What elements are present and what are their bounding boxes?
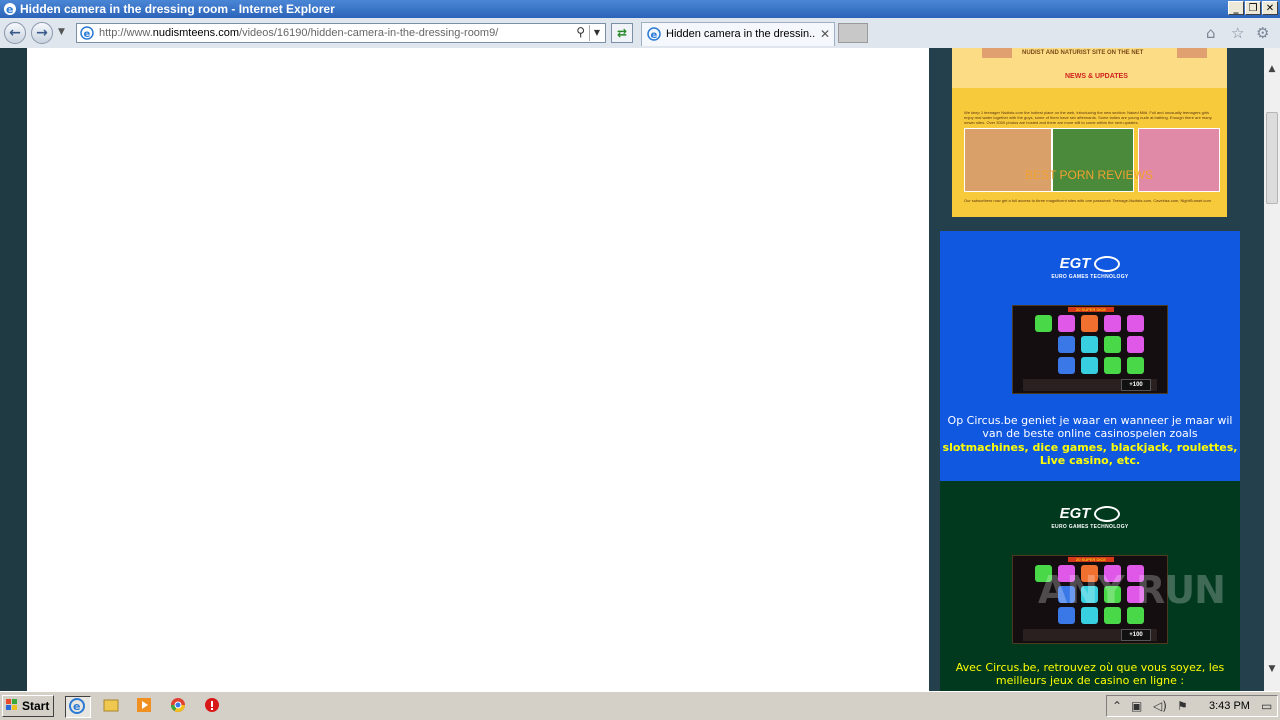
star-icon[interactable]: ☆ xyxy=(1231,24,1244,42)
tab-label: Hidden camera in the dressin... xyxy=(666,28,816,40)
tab-current[interactable]: e Hidden camera in the dressin... ✕ xyxy=(641,22,835,46)
slot-game-image: 20 SUPER DICE +100 xyxy=(1012,305,1168,394)
ie-icon: e xyxy=(69,698,85,714)
clock: 3:43 PM xyxy=(1209,700,1250,712)
scroll-thumb[interactable] xyxy=(1266,112,1278,204)
new-tab-button[interactable] xyxy=(838,23,868,43)
banner-news: NEWS & UPDATES xyxy=(1065,73,1128,80)
svg-text:e: e xyxy=(84,29,91,40)
nudists-banner[interactable]: NUDIST AND NATURIST SITE ON THE NET NEWS… xyxy=(952,48,1227,217)
window-title: Hidden camera in the dressing room - Int… xyxy=(20,2,335,16)
taskbar: Start e ⌃ ▣ ◁) ⚑ 3:43 PM ▭ xyxy=(0,691,1280,720)
svg-text:e: e xyxy=(651,30,658,41)
anyrun-watermark: ANY RUN xyxy=(1038,568,1226,612)
search-icon[interactable]: ⚲ xyxy=(576,25,585,39)
ad-text-line: Avec Circus.be, retrouvez où que vous so… xyxy=(955,661,1225,674)
banner-text: We keep 1 teenager Nudists.com the hotte… xyxy=(964,110,1212,125)
ie-page-icon: e xyxy=(647,27,661,41)
volume-icon[interactable]: ◁) xyxy=(1153,699,1167,713)
url-text[interactable]: http://www.nudismteens.com/videos/16190/… xyxy=(99,27,498,39)
ie-page-icon: e xyxy=(80,26,94,40)
gear-icon[interactable]: ⚙ xyxy=(1256,24,1269,42)
banner-footer: Our subscribers now get a full access to… xyxy=(964,198,1211,203)
home-icon[interactable]: ⌂ xyxy=(1206,24,1216,42)
address-dropdown-icon[interactable]: ▼ xyxy=(589,25,604,41)
taskbar-explorer-button[interactable] xyxy=(100,696,126,718)
taskbar-alert-button[interactable] xyxy=(201,696,227,718)
egt-logo: EGT EURO GAMES TECHNOLOGY xyxy=(1051,505,1129,531)
close-window-button[interactable]: ✕ xyxy=(1262,1,1278,15)
banner-thumb[interactable] xyxy=(1138,128,1220,192)
svg-text:e: e xyxy=(73,700,80,713)
ad-text-bold: slotmachines, dice games, blackjack, rou… xyxy=(942,441,1238,454)
circus-ad-dutch[interactable]: EGT EURO GAMES TECHNOLOGY 20 SUPER DICE … xyxy=(940,231,1240,481)
svg-text:e: e xyxy=(6,3,13,16)
scroll-down-icon[interactable]: ▼ xyxy=(1264,661,1280,678)
back-button[interactable]: ← xyxy=(4,22,26,44)
banner-slogan: NUDIST AND NATURIST SITE ON THE NET xyxy=(1022,50,1144,56)
forward-arrow-icon: → xyxy=(36,25,48,41)
forward-button[interactable]: → xyxy=(31,22,53,44)
video-area xyxy=(27,48,929,691)
windows-flag-icon xyxy=(6,699,17,710)
left-margin xyxy=(0,48,27,691)
taskbar-chrome-button[interactable] xyxy=(167,696,193,718)
alert-icon xyxy=(205,698,219,712)
vertical-scrollbar[interactable]: ▲ ▼ xyxy=(1264,48,1280,691)
flag-icon[interactable]: ⚑ xyxy=(1177,699,1188,713)
best-porn-reviews-link[interactable]: BEST PORN REVIEWS xyxy=(929,168,1249,182)
restore-button[interactable]: ❐ xyxy=(1245,1,1261,15)
show-desktop-icon[interactable]: ▭ xyxy=(1261,699,1272,713)
tray-expand-icon[interactable]: ⌃ xyxy=(1112,699,1122,713)
ad-text-line: van de beste online casinospelen zoals xyxy=(982,427,1198,440)
banner-thumb[interactable] xyxy=(964,128,1052,192)
compat-refresh-button[interactable]: ⇄ xyxy=(611,23,633,43)
browser-toolbar: ← → ▼ e http://www.nudismteens.com/video… xyxy=(0,18,1280,49)
ad-text-line: Op Circus.be geniet je waar en wanneer j… xyxy=(947,414,1233,427)
banner-header: NUDIST AND NATURIST SITE ON THE NET NEWS… xyxy=(952,48,1227,88)
address-bar[interactable]: e http://www.nudismteens.com/videos/1619… xyxy=(76,23,606,43)
banner-thumb[interactable] xyxy=(1052,128,1134,192)
chrome-icon xyxy=(171,698,185,712)
system-tray: ⌃ ▣ ◁) ⚑ 3:43 PM ▭ xyxy=(1106,695,1278,717)
ie-logo-icon: e xyxy=(4,3,16,16)
back-arrow-icon: ← xyxy=(9,25,21,41)
ad-text-line: meilleurs jeux de casino en ligne : xyxy=(995,674,1185,687)
media-player-icon xyxy=(137,698,151,712)
start-button[interactable]: Start xyxy=(2,695,54,717)
tab-close-icon[interactable]: ✕ xyxy=(820,27,830,41)
taskbar-ie-button[interactable]: e xyxy=(65,696,91,718)
ad-text-bold: Live casino, etc. xyxy=(1039,454,1141,467)
scroll-up-icon[interactable]: ▲ xyxy=(1264,61,1280,78)
taskbar-media-button[interactable] xyxy=(133,696,159,718)
folder-icon xyxy=(103,699,119,712)
title-bar: e Hidden camera in the dressing room - I… xyxy=(0,0,1280,18)
minimize-button[interactable]: _ xyxy=(1228,1,1244,15)
network-icon[interactable]: ▣ xyxy=(1131,699,1142,713)
egt-logo: EGT EURO GAMES TECHNOLOGY xyxy=(1051,255,1129,281)
history-dropdown-icon[interactable]: ▼ xyxy=(58,27,65,37)
